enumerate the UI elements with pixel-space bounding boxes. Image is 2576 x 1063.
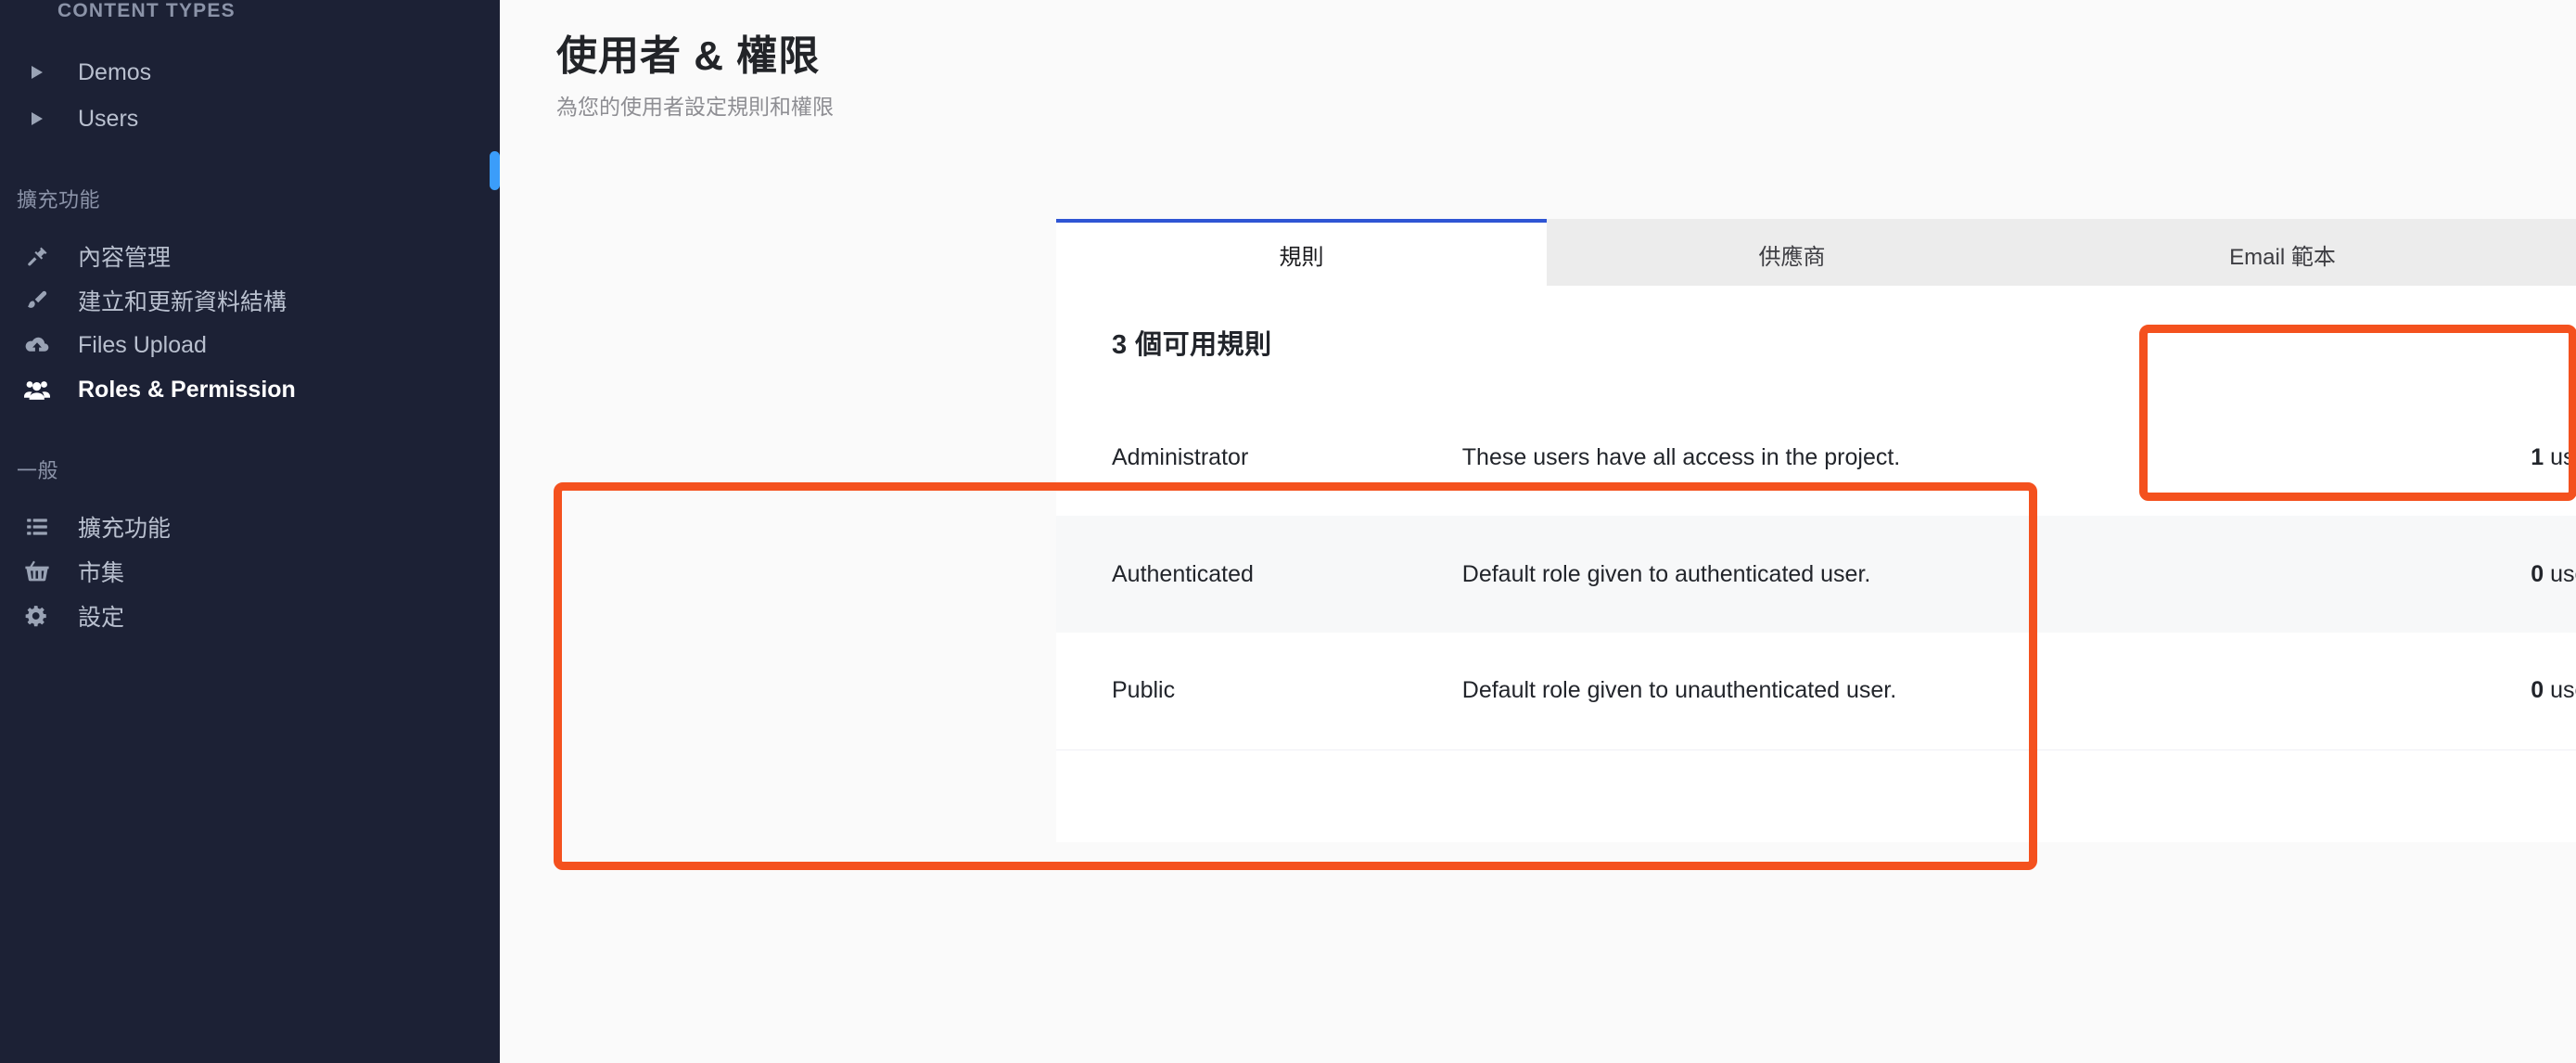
rule-description: These users have all access in the proje… [1461,443,1901,470]
page-subtitle: 為您的使用者設定規則和權限 [556,94,834,119]
sidebar-item-demos[interactable]: Demos [0,50,500,95]
sidebar-item-label: 擴充功能 [78,516,172,542]
caret-right-icon [17,111,57,126]
sidebar-section-general: 一般 [17,459,59,482]
rules-table: Administrator These users have all acces… [1056,399,2576,750]
rule-name: Administrator [1112,443,1249,470]
table-row[interactable]: Public Default role given to unauthentic… [1056,633,2576,750]
users-number: 0 [2531,677,2544,704]
page-title: 使用者 & 權限 [556,33,821,79]
sidebar-section-content-types: CONTENT TYPES [57,0,236,21]
tab-advanced-settings[interactable]: 進階設定 [2528,219,2576,286]
paintbrush-icon [17,288,57,313]
rule-name: Public [1056,633,1462,750]
sidebar-item-content-manager[interactable]: 內容管理 [0,234,500,278]
rule-users-count: 0 user [2477,633,2576,750]
sidebar-item-plugins[interactable]: 擴充功能 [0,505,500,549]
users-number: 0 [2531,560,2544,587]
sidebar-item-label: 內容管理 [78,245,172,271]
rule-users-count: 0 user [2477,516,2576,633]
sidebar-item-settings[interactable]: 設定 [0,594,500,638]
table-row[interactable]: Administrator These users have all acces… [1056,399,2576,516]
tab-label: Email 範本 [2229,244,2336,270]
sidebar-item-label: Files Upload [78,331,207,358]
sidebar: CONTENT TYPES Demos Users 擴充功能 內容管理 建立和更… [0,0,500,1063]
cloud-upload-icon [17,333,57,357]
list-icon [17,515,57,539]
users-group-icon [17,378,57,402]
tab-label: 供應商 [1758,244,1826,270]
sidebar-item-label: 市集 [78,560,125,586]
sidebar-section-plugins: 擴充功能 [17,188,101,211]
panel-header: 3 個可用規則 增加新規則 [1056,286,2576,399]
sidebar-item-label: Roles & Permission [78,376,296,403]
sidebar-item-label: 建立和更新資料結構 [78,289,287,315]
plug-icon [17,244,57,268]
page-header: 使用者 & 權限 為您的使用者設定規則和權限 [500,0,2576,121]
users-suffix: user [2550,443,2576,470]
tab-email-templates[interactable]: Email 範本 [2037,219,2528,286]
rules-panel: 3 個可用規則 增加新規則 Administrator These users … [1056,286,2576,842]
basket-icon [17,559,57,583]
rule-description: Default role given to authenticated user… [1461,560,1871,587]
sidebar-item-roles-permission[interactable]: Roles & Permission [0,367,500,412]
gear-icon [17,604,57,628]
sidebar-item-files-upload[interactable]: Files Upload [0,323,500,367]
app-root: CONTENT TYPES Demos Users 擴充功能 內容管理 建立和更… [0,0,2576,1063]
rules-count-label: 3 個可用規則 [1112,330,1272,360]
tab-label: 規則 [1279,244,1324,270]
rule-name: Authenticated [1112,560,1254,587]
sidebar-item-label: Users [78,105,139,132]
tab-bar: 規則 供應商 Email 範本 進階設定 [1056,219,2576,286]
rule-users-count: 1 user [2477,399,2576,516]
sidebar-item-users[interactable]: Users [0,96,500,141]
sidebar-item-label: 設定 [78,605,125,631]
sidebar-item-marketplace[interactable]: 市集 [0,549,500,594]
users-number: 1 [2531,443,2544,470]
sidebar-item-label: Demos [78,58,152,85]
tab-rules[interactable]: 規則 [1056,219,1547,286]
users-suffix: user [2550,560,2576,587]
sidebar-scroll-indicator[interactable] [490,151,500,190]
sidebar-item-content-type-builder[interactable]: 建立和更新資料結構 [0,278,500,323]
main-content: 使用者 & 權限 為您的使用者設定規則和權限 規則 供應商 Email 範本 進… [500,0,2576,1063]
caret-right-icon [17,65,57,80]
users-suffix: user [2550,677,2576,704]
table-row[interactable]: Authenticated Default role given to auth… [1056,516,2576,633]
tab-providers[interactable]: 供應商 [1547,219,2037,286]
rule-description: Default role given to unauthenticated us… [1461,633,2478,750]
